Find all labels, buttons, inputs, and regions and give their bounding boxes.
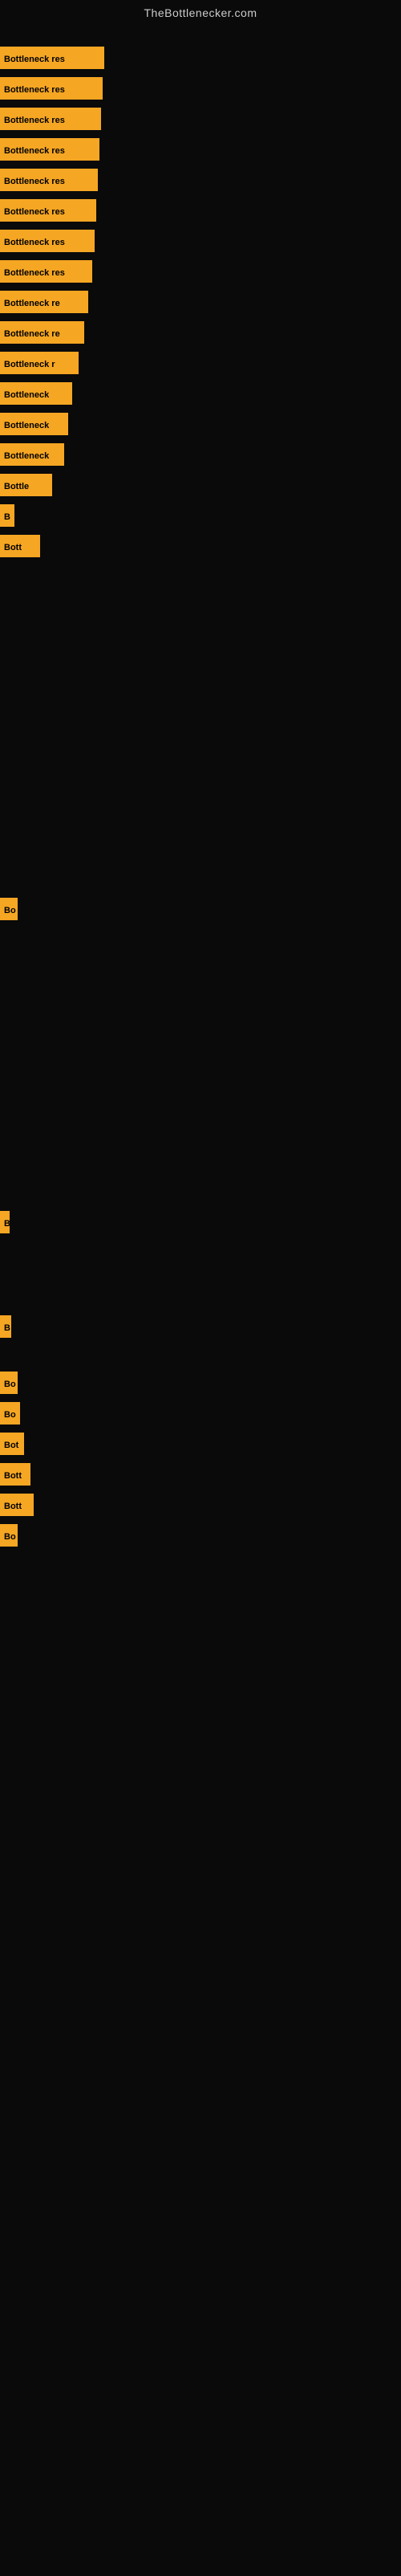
bar-label: Bottleneck res bbox=[0, 199, 96, 222]
bar-item: Bottleneck res bbox=[0, 169, 98, 195]
bar-label: Bottleneck res bbox=[0, 108, 101, 130]
bar-label: Bottleneck r bbox=[0, 352, 79, 374]
bar-label: Bottleneck res bbox=[0, 230, 95, 252]
bar-label: Bottleneck re bbox=[0, 291, 88, 313]
bar-item: Bot bbox=[0, 1433, 24, 1459]
bar-item: Bottleneck bbox=[0, 382, 72, 409]
bar-label: Bottleneck bbox=[0, 413, 68, 435]
bar-label: Bottleneck bbox=[0, 443, 64, 466]
bar-label: Bottleneck bbox=[0, 382, 72, 405]
bar-label: Bottleneck re bbox=[0, 321, 84, 344]
bar-item: Bottleneck res bbox=[0, 47, 104, 73]
bar-item: Bottleneck re bbox=[0, 291, 88, 317]
bar-label: Bott bbox=[0, 1494, 34, 1516]
bar-item: Bottle bbox=[0, 474, 52, 500]
bar-label: Bottleneck res bbox=[0, 77, 103, 100]
bar-label: Bott bbox=[0, 535, 40, 557]
bar-item: Bottleneck bbox=[0, 443, 64, 470]
bar-item: Bottleneck re bbox=[0, 321, 84, 348]
bar-item: Bott bbox=[0, 1463, 30, 1490]
bar-label: Bottleneck res bbox=[0, 138, 99, 161]
bar-item: Bo bbox=[0, 1402, 20, 1429]
bar-label: Bottle bbox=[0, 474, 52, 496]
bar-label: Bot bbox=[0, 1433, 24, 1455]
bar-item: Bott bbox=[0, 1494, 34, 1520]
bar-label: Bo bbox=[0, 1524, 18, 1547]
bar-label: Bott bbox=[0, 1463, 30, 1486]
bar-item: B bbox=[0, 1315, 11, 1342]
bar-label: Bo bbox=[0, 1402, 20, 1425]
bar-label: Bo bbox=[0, 898, 18, 920]
bar-item: Bo bbox=[0, 1524, 18, 1551]
bar-label: Bottleneck res bbox=[0, 260, 92, 283]
bar-item: Bottleneck r bbox=[0, 352, 79, 378]
bar-item: Bo bbox=[0, 1372, 18, 1398]
bar-item: Bott bbox=[0, 535, 40, 561]
bar-item: Bottleneck res bbox=[0, 77, 103, 104]
bar-item: Bottleneck res bbox=[0, 260, 92, 287]
bar-label: B bbox=[0, 504, 14, 527]
bar-label: Bottleneck res bbox=[0, 47, 104, 69]
bar-item: Bottleneck res bbox=[0, 138, 99, 165]
bar-item: Bo bbox=[0, 898, 18, 924]
bar-label: Bottleneck res bbox=[0, 169, 98, 191]
bar-label: Bo bbox=[0, 1372, 18, 1394]
bar-item: B bbox=[0, 1211, 10, 1237]
bar-label: B bbox=[0, 1211, 10, 1233]
bar-item: B bbox=[0, 504, 14, 531]
bar-item: Bottleneck res bbox=[0, 108, 101, 134]
site-title: TheBottlenecker.com bbox=[0, 0, 401, 22]
bar-item: Bottleneck res bbox=[0, 199, 96, 226]
bar-item: Bottleneck bbox=[0, 413, 68, 439]
bar-item: Bottleneck res bbox=[0, 230, 95, 256]
bar-label: B bbox=[0, 1315, 11, 1338]
